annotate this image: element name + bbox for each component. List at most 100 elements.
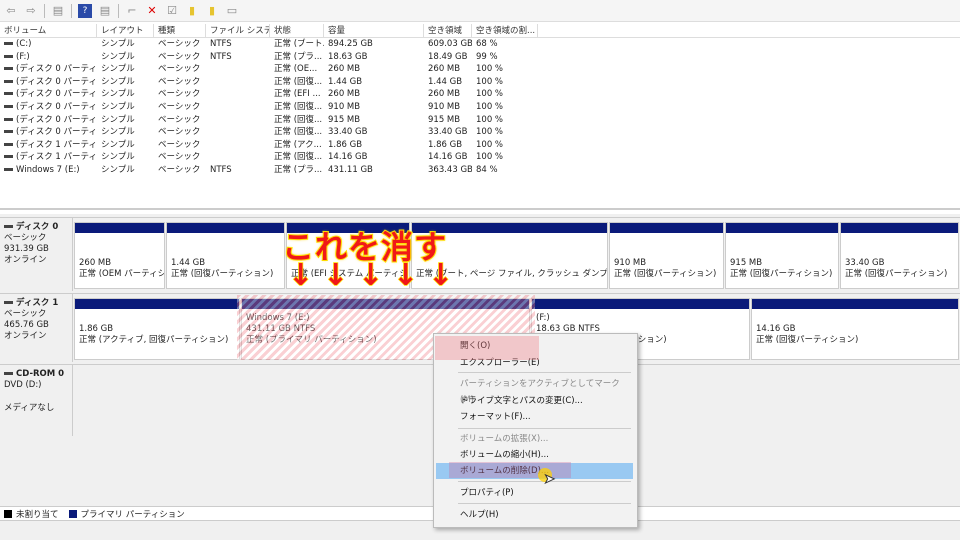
table-row[interactable]: (ディスク 0 パーティシ... シンプル ベーシック 正常 (OE... 260 MB… [0,63,960,76]
cell-text: 68 % [476,39,498,49]
table-cell: シンプル [97,51,154,64]
view-icon[interactable]: ▭ [225,4,239,18]
menu-item[interactable]: パーティションをアクティブとしてマーク(M) [436,376,633,405]
console-tree-icon[interactable]: ▤ [51,4,65,18]
column-header[interactable]: ボリューム [0,24,97,37]
menu-separator [458,503,631,504]
cell-text: 100 % [476,101,504,112]
partition-info: 260 MB正常 (OEM パーティション) [75,233,164,280]
table-cell: 260 MB [424,88,472,101]
table-row[interactable]: (ディスク 1 パーティシ... シンプル ベーシック 正常 (回復... 14.16 … [0,151,960,164]
partition[interactable]: 1.44 GB 正常 (回復パーティション) [166,222,285,289]
partition[interactable]: 1.86 GB 正常 (アクティブ, 回復パーティション) [74,298,240,360]
table-row[interactable]: (F:) シンプル ベーシック NTFS 正常 (プラ... 18.63 GB 18.49 … [0,51,960,64]
table-cell [206,151,270,164]
partition-info: 1.44 GB 正常 (回復パーティション) [167,233,284,280]
column-header[interactable]: 空き領域 [424,24,472,37]
partition[interactable]: 14.16 GB 正常 (回復パーティション) [751,298,959,360]
disk-label[interactable]: ディスク 0 ベーシック 931.39 GB オンライン [0,218,73,291]
table-cell: 1.86 GB [324,139,424,152]
delete-icon[interactable]: ✕ [145,4,159,18]
partition-l2: 915 MB [730,258,763,268]
check-icon[interactable]: ☑ [165,4,179,18]
cell-text: 正常 (プラ... [274,51,323,62]
menu-item[interactable]: プロパティ(P) [436,485,633,501]
cell-text: 100 % [476,127,504,138]
volume-icon [4,142,13,146]
partition-l2: 33.40 GB [845,258,885,268]
table-cell: 正常 (プラ... [270,51,324,64]
disk-label[interactable]: CD-ROM 0 DVD (D:) メディアなし [0,365,73,436]
table-cell: 1.44 GB [324,76,424,89]
table-cell: 84 % [472,164,538,177]
cell-text: NTFS [210,39,232,49]
cell-text: 100 % [476,152,504,163]
table-cell: 正常 (OE... [270,63,324,76]
cell-text: 910 MB [328,101,361,112]
disk-name: CD-ROM 0 [4,369,68,380]
cell-text: ベーシック [158,51,201,62]
menu-item[interactable]: ボリュームの縮小(H)... [436,447,633,463]
cell-text: ベーシック [158,101,201,112]
table-row[interactable]: (ディスク 0 パーティシ... シンプル ベーシック 正常 (回復... 1.44 G… [0,76,960,89]
table-cell: NTFS [206,164,270,177]
table-row[interactable]: (C:) シンプル ベーシック NTFS 正常 (ブート... 894.25 GB 609.… [0,38,960,51]
menu-item[interactable]: ボリュームの拡張(X)... [436,431,633,447]
help-icon[interactable]: ? [78,3,92,18]
table-cell: 100 % [472,139,538,152]
table-cell [206,88,270,101]
partition-info: 33.40 GB 正常 (回復パーティション) [841,233,958,280]
table-cell: ベーシック [154,114,206,127]
table-cell: 正常 (回復... [270,114,324,127]
new-volume-icon[interactable]: ▮ [185,4,199,18]
menu-item[interactable]: ヘルプ(H) [436,507,633,523]
partition[interactable]: 33.40 GB 正常 (回復パーティション) [840,222,959,289]
forward-arrow-icon[interactable]: ⇨ [24,4,38,18]
volume-icon [4,117,13,121]
partition-l3: 正常 (回復パーティション) [730,269,833,279]
column-header[interactable]: 状態 [270,24,324,37]
table-cell [206,126,270,139]
table-cell [206,114,270,127]
table-row[interactable]: (ディスク 1 パーティシ... シンプル ベーシック 正常 (アク... 1.86 G… [0,139,960,152]
cell-text: 260 MB [428,89,461,100]
disk-label[interactable]: ディスク 1 ベーシック 465.76 GB オンライン [0,294,73,362]
table-cell: ベーシック [154,38,206,51]
table-row[interactable]: (ディスク 0 パーティシ... シンプル ベーシック 正常 (EFI ... 260 … [0,88,960,101]
cell-text: ベーシック [158,139,201,150]
connect-icon[interactable]: ⌐ [125,4,139,18]
table-row[interactable]: (ディスク 0 パーティシ... シンプル ベーシック 正常 (回復... 33.40 … [0,126,960,139]
disk-type: ベーシック [4,309,47,319]
cell-text: シンプル [101,89,135,100]
column-header[interactable]: 容量 [324,24,424,37]
table-cell: 正常 (ブート... [270,38,324,51]
column-header[interactable]: レイアウト [97,24,154,37]
table-cell: 915 MB [424,114,472,127]
cell-text: (ディスク 0 パーティシ... [16,114,97,125]
partition[interactable]: 915 MB 正常 (回復パーティション) [725,222,839,289]
column-header[interactable]: 種類 [154,24,206,37]
menu-item[interactable]: ドライブ文字とパスの変更(C)... [436,393,633,409]
highlight-open-item [435,336,539,360]
menu-separator [458,372,631,373]
table-row[interactable]: Windows 7 (E:) シンプル ベーシック NTFS 正常 (プラ... 431.… [0,164,960,177]
column-header[interactable]: 空き領域の割... [472,24,538,37]
partition[interactable]: 910 MB 正常 (回復パーティション) [609,222,724,289]
partition-l2: 260 MB [79,258,112,268]
column-header[interactable]: ファイル システム [206,24,270,37]
table-cell: (ディスク 0 パーティシ... [0,126,97,139]
back-arrow-icon[interactable]: ⇦ [4,4,18,18]
partition-l3: 正常 (アクティブ, 回復パーティション) [79,335,229,345]
menu-item[interactable]: フォーマット(F)... [436,409,633,425]
table-row[interactable]: (ディスク 0 パーティシ... シンプル ベーシック 正常 (回復... 915 MB… [0,114,960,127]
properties-panel-icon[interactable]: ▤ [98,4,112,18]
disk-name-text: CD-ROM 0 [16,369,65,379]
cell-text: 18.63 GB [328,51,368,62]
table-cell: 正常 (回復... [270,151,324,164]
cell-text: 99 % [476,51,498,62]
partition-info: 910 MB 正常 (回復パーティション) [610,233,723,280]
volume-icon [4,67,13,71]
partition[interactable]: 260 MB正常 (OEM パーティション) [74,222,165,289]
table-row[interactable]: (ディスク 0 パーティシ... シンプル ベーシック 正常 (回復... 910 MB… [0,101,960,114]
search-volume-icon[interactable]: ▮ [205,4,219,18]
